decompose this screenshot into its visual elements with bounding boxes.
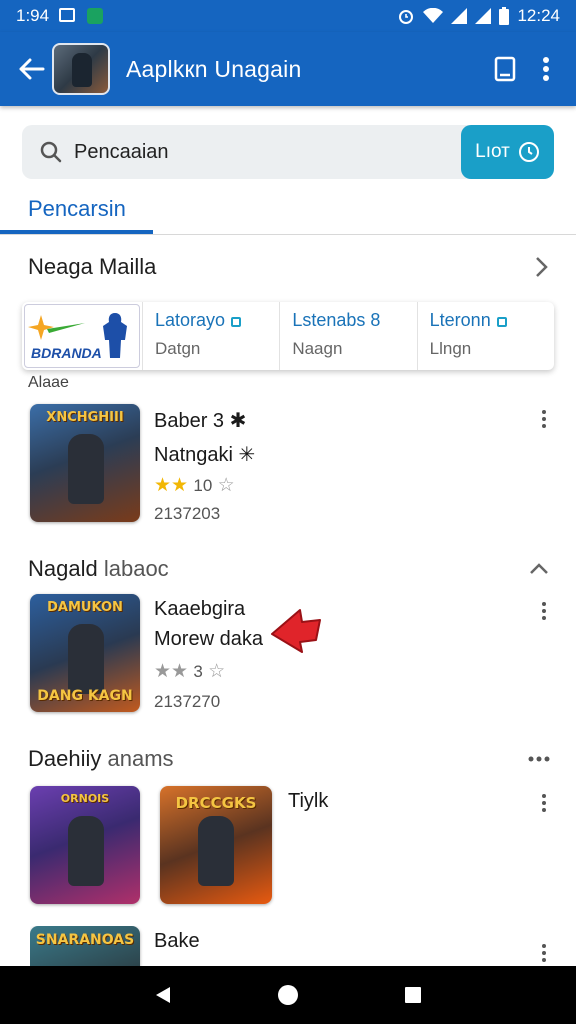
signal-icon-2	[475, 8, 492, 24]
app-1-downloads: 2137203	[154, 504, 221, 523]
nav-recents-icon	[405, 987, 422, 1003]
search-button[interactable]: Lıот	[461, 125, 554, 179]
app-2-downloads: 2137270	[154, 692, 221, 711]
star-empty-icon: ☆	[208, 661, 226, 682]
app-1-rating-text: 10	[193, 476, 213, 495]
app-bar: Aaplkкn Unagain	[0, 32, 576, 106]
wifi-icon	[423, 8, 444, 23]
featured-item-2-sub: Naagn	[292, 339, 343, 358]
app-1-line-2: Natngaki ✳	[154, 444, 256, 466]
status-time-right: 12:24	[517, 6, 560, 25]
section-header-2[interactable]: Nagald labaoc	[28, 556, 550, 582]
app-2-thumbnail[interactable]: DAMUKON DANG KAGN	[30, 594, 140, 712]
red-arrow-icon	[271, 609, 321, 653]
more-vert-icon[interactable]	[542, 56, 550, 82]
section-small-label: Alaae	[28, 374, 69, 391]
list-item-app-3[interactable]: ORNOIS DRCCGKS Tiylk	[30, 786, 550, 910]
system-nav-bar	[0, 966, 576, 1024]
lock-icon	[231, 316, 242, 327]
bookmark-icon[interactable]	[494, 56, 516, 82]
nav-back-icon	[155, 987, 170, 1003]
app-3-caption-b: DRCCGKS	[175, 794, 257, 812]
app-3-thumbnail-b[interactable]: DRCCGKS	[160, 786, 272, 904]
tab-pencarsin[interactable]: Pencarsin	[28, 196, 126, 222]
warrior-figure	[68, 816, 104, 886]
app-2-rating: ★★ 3 ☆	[154, 660, 225, 683]
app-4-caption: SNARANOAS	[35, 932, 135, 948]
warrior-figure	[198, 816, 234, 886]
app-avatar[interactable]	[52, 43, 110, 95]
more-horiz-icon[interactable]	[528, 755, 550, 763]
nav-home-button[interactable]	[268, 975, 308, 1015]
app-2-line-2: Morew daka	[154, 628, 263, 650]
app-notification-icon	[87, 8, 105, 24]
back-button[interactable]	[14, 51, 50, 87]
app-4-thumbnail[interactable]: SNARANOAS	[30, 926, 140, 966]
battery-icon	[499, 7, 510, 25]
clock-icon	[518, 142, 539, 162]
app-1-thumb-caption: XNCHGHIII	[46, 410, 124, 425]
gallery-notification-icon	[59, 8, 77, 24]
app-3-thumbnail-a[interactable]: ORNOIS	[30, 786, 140, 904]
featured-card[interactable]: BDRANDA Latorayo Datgn Lstenabs 8 Naagn …	[22, 302, 554, 370]
app-title: Aaplkкn Unagain	[126, 55, 302, 82]
list-item-app-1[interactable]: XNCHGHIII Baber 3 ✱ Natngaki ✳ ★★ 10 ☆ 2…	[30, 404, 550, 524]
featured-item-1-name: Latorayo	[155, 310, 226, 330]
warrior-figure	[68, 624, 104, 694]
app-2-rating-text: 3	[193, 662, 203, 681]
back-arrow-icon	[19, 58, 45, 80]
app-1-rating: ★★ 10 ☆	[154, 474, 235, 497]
featured-item-3[interactable]: Lteronn Llngn	[416, 302, 554, 370]
featured-item-1-sub: Datgn	[155, 339, 201, 358]
signal-icon	[451, 8, 468, 24]
chevron-up-icon[interactable]	[528, 561, 550, 577]
status-bar: 1:94 12:24	[0, 0, 576, 32]
section-header-1[interactable]: Neaga Mailla	[28, 254, 550, 280]
featured-item-2[interactable]: Lstenabs 8 Naagn	[279, 302, 416, 370]
search-field[interactable]	[22, 125, 470, 179]
tab-divider	[0, 234, 576, 235]
list-item-app-4[interactable]: SNARANOAS Bake	[30, 926, 550, 966]
app-4-label: Bake	[154, 930, 200, 952]
featured-item-2-name: Lstenabs 8	[292, 310, 381, 330]
nav-recents-button[interactable]	[393, 975, 433, 1015]
search-button-label: Lıот	[475, 141, 510, 162]
warrior-figure	[68, 434, 104, 504]
section-title-2: Nagald labaoc	[28, 556, 169, 581]
alarm-icon	[399, 10, 414, 24]
search-input[interactable]	[74, 140, 434, 164]
star-empty-icon: ☆	[217, 475, 235, 496]
status-time-left: 1:94	[16, 6, 50, 25]
chevron-right-icon[interactable]	[534, 255, 550, 279]
search-bar: Lıот	[22, 125, 554, 179]
app-3-caption-a: ORNOIS	[60, 792, 110, 805]
app-2-thumb-caption-bottom: DANG KAGN	[37, 688, 133, 704]
app-3-label: Tiylk	[288, 790, 329, 812]
star-grey-icon: ★★	[154, 661, 189, 682]
star-filled-icon: ★★	[154, 475, 189, 496]
section-title-3: Daehiiy anams	[28, 746, 174, 771]
app-1-thumbnail[interactable]: XNCHGHIII	[30, 404, 140, 522]
lock-icon	[496, 316, 507, 327]
featured-item-3-sub: Llngn	[429, 339, 472, 358]
app-2-line-1: Kaaebgira	[154, 598, 246, 620]
app-2-more-icon[interactable]	[538, 602, 550, 620]
featured-logo-text: BDRANDA	[31, 345, 102, 361]
app-2-thumb-caption-top: DAMUKON	[47, 600, 123, 615]
app-1-more-icon[interactable]	[538, 410, 550, 428]
app-4-more-icon[interactable]	[538, 944, 550, 962]
featured-logo: BDRANDA	[24, 304, 140, 368]
nav-back-button[interactable]	[143, 975, 183, 1015]
featured-item-1[interactable]: Latorayo Datgn	[142, 302, 279, 370]
nav-home-icon	[277, 985, 298, 1005]
featured-item-3-name: Lteronn	[429, 310, 491, 330]
search-icon	[40, 141, 62, 163]
app-1-line-1: Baber 3 ✱	[154, 410, 247, 432]
app-3-more-icon[interactable]	[538, 794, 550, 812]
section-title-1: Neaga Mailla	[28, 254, 157, 279]
section-header-3[interactable]: Daehiiy anams	[28, 746, 550, 772]
